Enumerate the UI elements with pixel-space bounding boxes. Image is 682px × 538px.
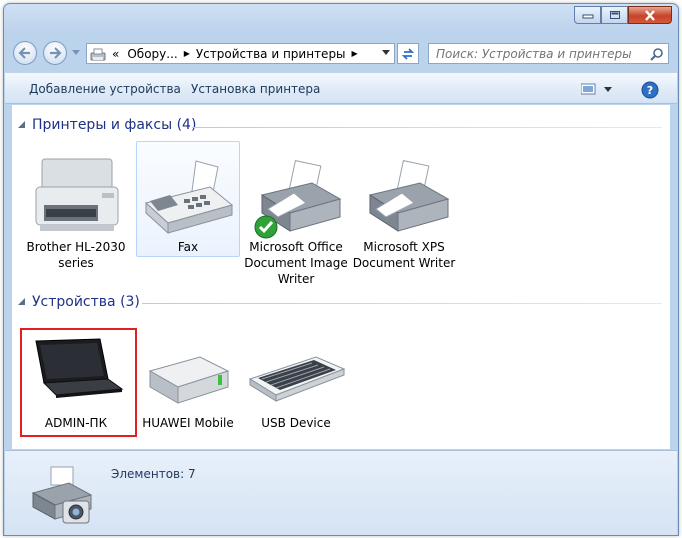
help-icon[interactable]: ? (641, 81, 659, 99)
printer-label-line: Fax (177, 240, 199, 254)
printer-label-line: Brother HL-2030 (26, 240, 126, 254)
history-dropdown-icon[interactable] (72, 50, 80, 55)
collapse-triangle-icon[interactable] (18, 121, 26, 129)
navigation-row: « Обору... ▶ Устройства и принтеры ▶ (4, 38, 678, 70)
printer-item-office-writer[interactable]: Microsoft Office Document Image Writer (244, 145, 348, 286)
printer-item-fax[interactable]: Fax (136, 145, 240, 257)
refresh-button[interactable] (397, 43, 419, 64)
minimize-icon (582, 14, 593, 19)
add-device-button[interactable]: Добавление устройства (29, 82, 181, 96)
back-arrow-icon (18, 47, 30, 59)
add-printer-button[interactable]: Установка принтера (191, 82, 320, 96)
printer-label-line: Microsoft XPS (363, 240, 445, 254)
printer-label-line: Document Image (244, 256, 348, 270)
group-divider (142, 303, 662, 304)
devices-printers-icon (31, 466, 93, 524)
devices-content-area: Принтеры и факсы (4) Brother HL-2030 ser… (12, 105, 670, 449)
close-button[interactable] (628, 6, 672, 24)
breadcrumb-hardware[interactable]: Обору... (123, 47, 181, 61)
device-label: HUAWEI Mobile (142, 416, 234, 430)
printers-group-title: Принтеры и факсы (4) (32, 117, 197, 133)
maximize-button[interactable] (601, 6, 628, 24)
printer-label-line: Microsoft Office (249, 240, 343, 254)
status-item-count: Элементов: 7 (111, 467, 196, 481)
breadcrumb-overflow[interactable]: « (108, 47, 123, 61)
device-label: USB Device (261, 416, 331, 430)
printer-label-line: series (58, 256, 94, 270)
search-input[interactable] (434, 46, 648, 62)
breadcrumb-separator-icon[interactable]: ▶ (350, 49, 360, 58)
search-icon[interactable] (650, 47, 664, 61)
device-item-huawei-mobile[interactable]: HUAWEI Mobile (136, 333, 240, 431)
address-dropdown-icon[interactable] (382, 50, 390, 55)
minimize-button[interactable] (574, 6, 601, 24)
printer-icon (368, 160, 450, 232)
forward-arrow-icon (50, 47, 62, 59)
maximize-icon (609, 11, 620, 19)
laser-printer-icon (35, 158, 119, 231)
back-button[interactable] (13, 41, 37, 65)
printers-group-header[interactable]: Принтеры и факсы (4) (18, 117, 196, 133)
collapse-triangle-icon[interactable] (18, 298, 26, 306)
devices-group-header[interactable]: Устройства (3) (18, 294, 140, 310)
svg-text:?: ? (647, 84, 653, 97)
address-bar[interactable]: « Обору... ▶ Устройства и принтеры ▶ (86, 43, 395, 64)
printer-item-xps-writer[interactable]: Microsoft XPS Document Writer (352, 145, 456, 270)
default-printer-check-icon (254, 215, 278, 239)
search-box[interactable] (428, 43, 669, 64)
printer-item-brother[interactable]: Brother HL-2030 series (26, 145, 126, 270)
close-icon (645, 9, 655, 21)
forward-button[interactable] (43, 41, 67, 65)
device-label: ADMIN-ПК (44, 416, 108, 430)
group-divider (192, 127, 662, 128)
breadcrumb-devices-printers[interactable]: Устройства и принтеры (192, 47, 350, 61)
printer-label-line: Document Writer (352, 256, 456, 270)
command-bar: Добавление устройства Установка принтера… (5, 72, 677, 104)
keyboard-icon (248, 356, 346, 402)
devices-and-printers-window: « Обору... ▶ Устройства и принтеры ▶ Доб… (3, 3, 679, 536)
fax-icon (144, 160, 234, 235)
laptop-icon (35, 338, 124, 398)
device-item-admin-pc[interactable]: ADMIN-ПК (26, 333, 126, 431)
devices-group-title: Устройства (3) (32, 294, 140, 310)
refresh-icon (401, 47, 415, 60)
device-item-usb-device[interactable]: USB Device (244, 333, 348, 431)
printer-label-line: Writer (277, 272, 315, 286)
external-drive-icon (148, 356, 230, 404)
change-view-icon[interactable] (581, 83, 615, 95)
devices-printers-small-icon (90, 48, 106, 60)
caption-buttons (574, 6, 672, 24)
details-pane: Элементов: 7 (5, 450, 677, 535)
breadcrumb-separator-icon[interactable]: ▶ (182, 49, 192, 58)
